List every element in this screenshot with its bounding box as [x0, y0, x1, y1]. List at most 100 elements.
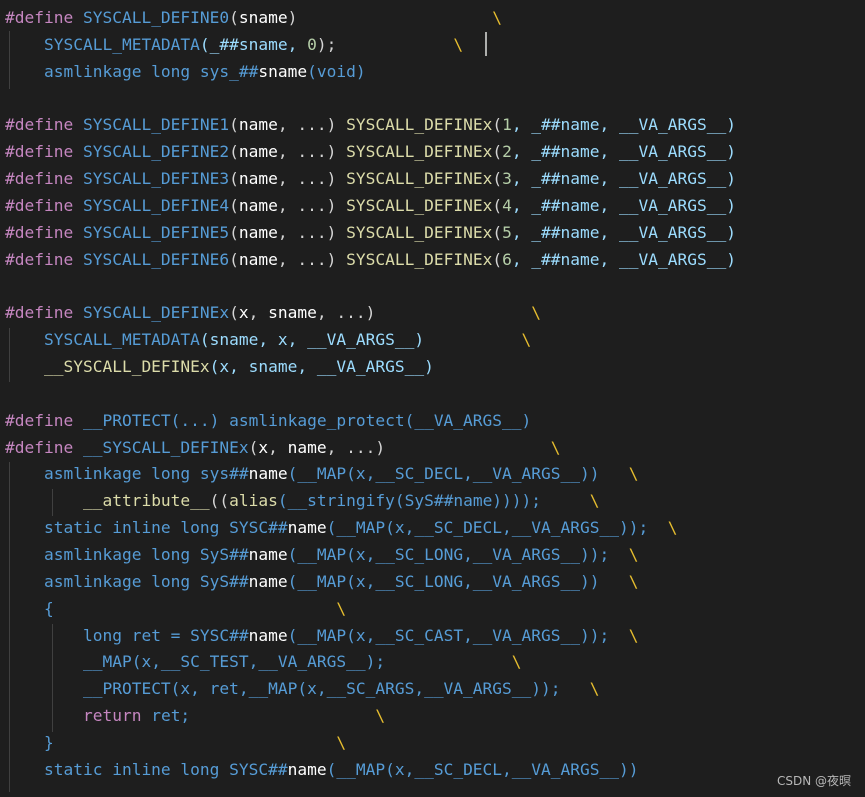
code-token: __PROTECT(x, ret,__MAP(x,__SC_ARGS,__VA_… [82, 679, 561, 699]
code-token: name [287, 518, 327, 538]
code-line[interactable]: asmlinkage long SyS##name(__MAP(x,__SC_L… [5, 568, 639, 595]
code-token: (( [209, 491, 230, 511]
code-token: ( [492, 115, 503, 135]
code-token: \ [609, 625, 639, 645]
code-token: asmlinkage long SyS## [43, 545, 249, 564]
code-token: asmlinkage long sys## [43, 464, 249, 484]
code-token: #define [5, 115, 83, 135]
code-line[interactable]: static inline long SYSC##name(__MAP(x,__… [5, 756, 639, 783]
code-line[interactable]: __SYSCALL_DEFINEx(x, sname, __VA_ARGS__) [5, 353, 434, 380]
code-token: , ...) [277, 142, 347, 162]
code-token: ( [492, 222, 503, 242]
code-token: asmlinkage long sys_## [43, 61, 259, 81]
code-token: , ...) [316, 303, 376, 323]
code-token: name [287, 759, 327, 779]
code-line[interactable]: { \ [5, 595, 346, 622]
code-token: (__MAP(x,__SC_DECL,__VA_ARGS__)) [287, 464, 600, 484]
code-line[interactable]: return ret; \ [5, 702, 385, 729]
code-line[interactable]: SYSCALL_METADATA(sname, x, __VA_ARGS__) … [5, 326, 531, 353]
watermark: CSDN @夜暝 [776, 774, 851, 788]
code-token: } [5, 732, 54, 752]
code-token: (_##sname, [199, 34, 308, 54]
code-token: SYSCALL_DEFINEx [346, 115, 493, 135]
code-line[interactable]: __attribute__((alias(__stringify(SyS##na… [5, 487, 600, 514]
code-token: \ [53, 598, 347, 618]
code-token: ( [492, 142, 503, 162]
code-line[interactable]: asmlinkage long sys##name(__MAP(x,__SC_D… [5, 460, 639, 487]
code-token: (__MAP(x,__SC_CAST,__VA_ARGS__)); [287, 625, 610, 645]
code-token: sname [258, 61, 308, 81]
code-line[interactable]: #define SYSCALL_DEFINEx(x, sname, ...) \ [5, 299, 541, 326]
code-line[interactable]: __MAP(x,__SC_TEST,__VA_ARGS__); \ [5, 648, 522, 675]
code-token: SYSCALL_METADATA [43, 34, 200, 54]
code-token: , _##name, __VA_ARGS__) [511, 169, 736, 189]
code-token: \ [53, 732, 347, 752]
code-token: static inline long SYSC## [43, 759, 288, 779]
code-line[interactable]: } \ [5, 729, 346, 756]
code-token: name [248, 625, 288, 645]
code-token: __PROTECT(...) asmlinkage_protect(__VA_A… [82, 410, 532, 430]
code-token: ( [229, 169, 239, 189]
code-token: (__MAP(x,__SC_DECL,__VA_ARGS__)); [326, 518, 649, 538]
code-token: SYSCALL_DEFINE6 [82, 249, 230, 269]
code-line[interactable]: #define SYSCALL_DEFINE3(name, ...) SYSCA… [5, 165, 736, 192]
code-token: name [238, 169, 278, 189]
code-token: #define [5, 303, 83, 323]
code-token: ); [316, 34, 337, 54]
code-token: 2 [502, 142, 512, 162]
code-token: ( [229, 249, 239, 269]
code-line[interactable]: SYSCALL_METADATA(_##sname, 0); \ [5, 31, 463, 58]
code-token: (void) [307, 61, 366, 81]
code-token: SYSCALL_DEFINE3 [82, 169, 230, 189]
code-token: name [248, 545, 288, 564]
code-token: #define [5, 249, 83, 269]
code-line[interactable]: #define __SYSCALL_DEFINEx(x, name, ...) … [5, 434, 561, 461]
code-token: SYSCALL_DEFINEx [346, 195, 493, 215]
code-line[interactable]: #define SYSCALL_DEFINE6(name, ...) SYSCA… [5, 246, 736, 273]
code-line[interactable]: #define __PROTECT(...) asmlinkage_protec… [5, 407, 531, 434]
code-token: #define [5, 169, 83, 189]
code-token: , [248, 303, 269, 323]
code-token: name [238, 195, 278, 215]
code-token: ( [492, 195, 503, 215]
code-token: \ [541, 491, 600, 511]
code-token: SYSCALL_DEFINE0 [82, 8, 230, 27]
code-token: 3 [502, 169, 512, 189]
code-line[interactable]: asmlinkage long SyS##name(__MAP(x,__SC_L… [5, 541, 639, 568]
code-token: __SYSCALL_DEFINEx [82, 437, 249, 457]
code-token: , _##name, __VA_ARGS__) [511, 115, 736, 135]
code-token: ret; [141, 706, 191, 726]
code-token: 0 [307, 34, 317, 54]
code-line[interactable]: static inline long SYSC##name(__MAP(x,__… [5, 514, 678, 541]
code-token: long ret = SYSC## [82, 625, 249, 645]
code-token: SYSCALL_DEFINEx [346, 249, 493, 269]
code-line[interactable]: #define SYSCALL_DEFINE1(name, ...) SYSCA… [5, 111, 736, 138]
code-token: asmlinkage long SyS## [43, 571, 249, 591]
code-token: , ...) [277, 249, 347, 269]
code-editor[interactable]: #define SYSCALL_DEFINE0(sname) \ SYSCALL… [0, 0, 865, 797]
code-line[interactable]: #define SYSCALL_DEFINE4(name, ...) SYSCA… [5, 192, 736, 219]
code-token: ) [287, 8, 298, 27]
code-token: , _##name, __VA_ARGS__) [511, 195, 736, 215]
code-token: \ [560, 679, 600, 699]
code-line[interactable]: asmlinkage long sys_##sname(void) [5, 58, 366, 85]
code-line[interactable]: long ret = SYSC##name(__MAP(x,__SC_CAST,… [5, 622, 639, 649]
code-line[interactable]: #define SYSCALL_DEFINE0(sname) \ [5, 4, 502, 31]
code-line[interactable]: #define SYSCALL_DEFINE2(name, ...) SYSCA… [5, 138, 736, 165]
code-line[interactable]: #define SYSCALL_DEFINE5(name, ...) SYSCA… [5, 219, 736, 246]
code-line[interactable]: __PROTECT(x, ret,__MAP(x,__SC_ARGS,__VA_… [5, 675, 600, 702]
code-token: #define [5, 8, 83, 27]
code-token: \ [375, 303, 542, 323]
code-token: ( [229, 115, 239, 135]
code-token: , ...) [277, 195, 347, 215]
text-cursor [485, 32, 487, 56]
code-token: SYSCALL_DEFINEx [82, 303, 230, 323]
code-token: (__MAP(x,__SC_DECL,__VA_ARGS__)) [326, 759, 639, 779]
code-token: \ [424, 330, 532, 350]
